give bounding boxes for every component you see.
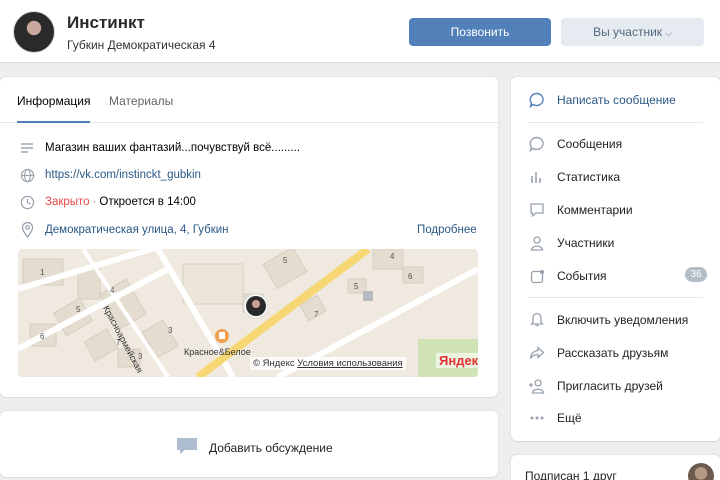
events-count-badge: 36 bbox=[685, 267, 707, 282]
website-link[interactable]: https://vk.com/instinckt_gubkin bbox=[45, 169, 201, 181]
sidebar-item-label: Статистика bbox=[557, 170, 621, 184]
community-title: Инстинкт bbox=[67, 13, 145, 32]
sidebar-item-label: Сообщения bbox=[557, 137, 623, 151]
location-map[interactable]: 1 4 5 6 7 3 5 1 7 5 4 6 3 bbox=[18, 249, 478, 377]
sidebar-item-label: Ещё bbox=[557, 411, 582, 425]
house-number: 4 bbox=[390, 252, 395, 261]
sidebar-item-invite[interactable]: Пригласить друзей bbox=[528, 377, 663, 395]
sidebar-item-label: Рассказать друзьям bbox=[557, 346, 669, 360]
add-discussion-button[interactable]: Добавить обсуждение bbox=[175, 436, 333, 459]
sidebar-item-label: Пригласить друзей bbox=[557, 379, 663, 393]
sidebar-item-label: Включить уведомления bbox=[557, 313, 689, 327]
status-separator: · bbox=[92, 196, 97, 208]
member-button[interactable]: Вы участник ⌵ bbox=[561, 18, 704, 46]
hours-row: Закрыто · Откроется в 14:00 bbox=[18, 194, 196, 210]
sidebar-item-messages[interactable]: Сообщения bbox=[528, 135, 622, 153]
sidebar-item-write-message[interactable]: Написать сообщение bbox=[528, 91, 676, 109]
comment-icon bbox=[528, 201, 546, 219]
globe-icon bbox=[18, 167, 36, 183]
text-lines-icon bbox=[18, 140, 36, 156]
sidebar-item-label: Комментарии bbox=[557, 203, 633, 217]
community-header: Инстинкт Губкин Демократическая 4 Позвон… bbox=[0, 0, 720, 62]
house-number: 1 bbox=[40, 268, 45, 277]
call-button[interactable]: Позвонить bbox=[409, 18, 551, 46]
location-pin-icon bbox=[18, 222, 36, 238]
sidebar-divider bbox=[528, 122, 703, 123]
share-icon bbox=[528, 344, 546, 362]
discussion-card[interactable]: Добавить обсуждение bbox=[0, 411, 498, 477]
sidebar-item-label: События bbox=[557, 269, 607, 283]
house-number: 6 bbox=[40, 332, 45, 341]
add-discussion-label: Добавить обсуждение bbox=[209, 440, 333, 455]
address-row: Демократическая улица, 4, Губкин bbox=[18, 222, 229, 238]
sidebar-item-more[interactable]: Ещё bbox=[528, 409, 582, 427]
house-number: 5 bbox=[283, 256, 288, 265]
discussion-icon bbox=[175, 436, 199, 459]
description-text: Магазин ваших фантазий...почувствуй всё.… bbox=[45, 142, 301, 154]
action-sidebar: Написать сообщение Сообщения Статистика … bbox=[511, 77, 720, 441]
community-avatar[interactable] bbox=[13, 11, 55, 53]
sidebar-item-statistics[interactable]: Статистика bbox=[528, 168, 620, 186]
yandex-logo[interactable]: Яндекс bbox=[436, 353, 478, 368]
message-bubble-icon bbox=[528, 91, 546, 109]
member-button-label: Вы участник bbox=[593, 25, 663, 39]
sidebar-item-notifications[interactable]: Включить уведомления bbox=[528, 311, 688, 329]
chevron-down-icon: ⌵ bbox=[665, 28, 672, 38]
tab-information[interactable]: Информация bbox=[17, 94, 91, 123]
info-card: Информация Материалы Магазин ваших фанта… bbox=[0, 77, 498, 397]
sidebar-item-members[interactable]: Участники bbox=[528, 234, 614, 252]
link-row: https://vk.com/instinckt_gubkin bbox=[18, 167, 201, 183]
house-number: 4 bbox=[110, 286, 115, 295]
more-link[interactable]: Подробнее bbox=[417, 224, 477, 236]
sidebar-item-share[interactable]: Рассказать друзьям bbox=[528, 344, 668, 362]
friends-subscribed-label: Подписан 1 друг bbox=[525, 469, 617, 480]
community-subtitle: Губкин Демократическая 4 bbox=[67, 38, 216, 52]
house-number: 7 bbox=[314, 310, 319, 319]
status-closed: Закрыто bbox=[45, 196, 90, 208]
house-number: 5 bbox=[76, 305, 81, 314]
house-number: 3 bbox=[168, 326, 173, 335]
friends-card[interactable]: Подписан 1 друг bbox=[511, 455, 720, 480]
sidebar-item-events[interactable]: События bbox=[528, 267, 607, 285]
attribution-prefix: © Яндекс bbox=[253, 358, 295, 369]
sidebar-item-label: Написать сообщение bbox=[557, 93, 676, 107]
sidebar-divider bbox=[528, 297, 703, 298]
chat-icon bbox=[528, 135, 546, 153]
add-person-icon bbox=[528, 377, 546, 395]
terms-link[interactable]: Условия использования bbox=[297, 358, 402, 369]
map-attribution: © Яндекс Условия использования bbox=[250, 357, 406, 370]
sidebar-item-label: Участники bbox=[557, 236, 615, 250]
clock-icon bbox=[18, 194, 36, 210]
house-number: 5 bbox=[354, 282, 359, 291]
status-opens: Откроется в 14:00 bbox=[99, 196, 196, 208]
friend-avatar[interactable] bbox=[688, 463, 714, 480]
tabs-bar: Информация Материалы bbox=[0, 77, 498, 123]
bell-icon bbox=[528, 311, 546, 329]
sidebar-item-comments[interactable]: Комментарии bbox=[528, 201, 633, 219]
stats-icon bbox=[528, 168, 546, 186]
address-link[interactable]: Демократическая улица, 4, Губкин bbox=[45, 224, 229, 236]
description-row: Магазин ваших фантазий...почувствуй всё.… bbox=[18, 140, 300, 156]
tab-materials[interactable]: Материалы bbox=[109, 94, 173, 108]
map-graphic: 1 4 5 6 7 3 5 1 7 5 4 6 3 bbox=[18, 249, 478, 377]
events-icon bbox=[528, 267, 546, 285]
person-icon bbox=[528, 234, 546, 252]
house-number: 6 bbox=[408, 272, 413, 281]
more-icon bbox=[528, 409, 546, 427]
shop-label: Красное&Белое bbox=[184, 347, 251, 357]
